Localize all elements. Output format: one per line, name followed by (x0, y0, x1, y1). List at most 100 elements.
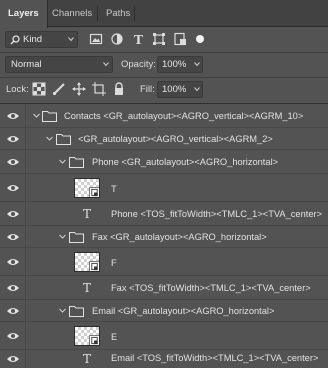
column-divider (25, 128, 26, 149)
layer-thumbnail (74, 252, 100, 272)
smart-object-badge-icon (89, 261, 99, 271)
type-layer-icon: T (83, 207, 91, 220)
tab-layers[interactable]: Layers (0, 0, 48, 28)
layer-name: Phone <GR_autolayout><AGRO_horizontal> (92, 157, 279, 167)
type-filter-icon[interactable]: T (131, 32, 145, 46)
chevron-down-icon[interactable] (46, 135, 53, 142)
lock-label: Lock: (6, 84, 29, 95)
layer-row-group[interactable]: <GR_autolayout><AGRO_vertical><AGRM_2> (0, 128, 328, 150)
column-divider (25, 174, 26, 201)
chevron-down-icon (194, 62, 200, 67)
layer-name: Contacts <GR_autolayout><AGRO_vertical><… (64, 111, 304, 121)
fill-field[interactable]: 100% (157, 81, 203, 98)
eye-icon[interactable] (6, 331, 20, 341)
opacity-field[interactable]: 100% (157, 56, 203, 73)
chevron-down-icon[interactable] (59, 307, 66, 314)
layer-name: T (111, 184, 117, 194)
tab-separator (134, 6, 135, 21)
column-divider (25, 226, 26, 247)
lock-image-icon[interactable] (52, 82, 66, 96)
chevron-down-icon[interactable] (33, 112, 40, 119)
filter-kind-label: Kind (23, 34, 43, 45)
column-divider (25, 322, 26, 349)
layer-row-smart-object[interactable]: F (0, 248, 328, 276)
divider (0, 52, 328, 53)
chevron-down-icon (194, 87, 200, 92)
fill-label: Fill: (140, 84, 155, 95)
opacity-label: Opacity: (121, 59, 156, 70)
smart-object-badge-icon (89, 187, 99, 197)
eye-icon[interactable] (6, 183, 20, 193)
smart-object-filter-icon[interactable] (173, 32, 187, 46)
divider (0, 77, 328, 78)
tab-channels[interactable]: Channels (44, 0, 100, 27)
adjustment-filter-icon[interactable] (110, 32, 124, 46)
folder-icon (69, 232, 84, 243)
lock-all-icon[interactable] (112, 82, 126, 96)
filter-kind-dropdown[interactable]: Kind (5, 31, 78, 48)
column-divider (25, 150, 26, 173)
chevron-down-icon (68, 37, 74, 42)
lock-artboard-icon[interactable] (92, 82, 106, 96)
layer-row-group[interactable]: Contacts <GR_autolayout><AGRO_vertical><… (0, 104, 328, 128)
filter-toggle-icon[interactable] (193, 32, 207, 46)
layer-row-text[interactable]: T Email <TOS_fitToWidth><TMLC_1><TVA_cen… (0, 350, 328, 368)
smart-object-badge-icon (89, 335, 99, 345)
layer-row-text[interactable]: T Phone <TOS_fitToWidth><TMLC_1><TVA_cen… (0, 202, 328, 226)
svg-text:T: T (83, 352, 91, 365)
layer-row-group[interactable]: Fax <GR_autolayout><AGRO_horizontal> (0, 226, 328, 248)
panel-tab-bar: Layers Channels Paths (0, 0, 328, 28)
eye-icon[interactable] (6, 157, 20, 167)
column-divider (25, 104, 26, 127)
column-divider (25, 202, 26, 225)
column-divider (25, 350, 26, 368)
lock-transparency-icon[interactable] (32, 82, 46, 96)
layer-row-group[interactable]: Email <GR_autolayout><AGRO_horizontal> (0, 300, 328, 322)
column-divider (25, 276, 26, 299)
chevron-down-icon[interactable] (59, 158, 66, 165)
layer-name: Phone <TOS_fitToWidth><TMLC_1><TVA_cente… (111, 209, 323, 219)
eye-icon[interactable] (6, 354, 20, 364)
layer-row-group[interactable]: Phone <GR_autolayout><AGRO_horizontal> (0, 150, 328, 174)
layers-list: Contacts <GR_autolayout><AGRO_vertical><… (0, 104, 328, 368)
layer-name: Fax <GR_autolayout><AGRO_horizontal> (92, 232, 267, 242)
layer-thumbnail (74, 326, 100, 346)
eye-icon[interactable] (6, 209, 20, 219)
layer-name: Email <GR_autolayout><AGRO_horizontal> (92, 306, 275, 316)
folder-icon (56, 134, 71, 145)
folder-icon (69, 306, 84, 317)
opacity-value: 100% (162, 59, 187, 70)
svg-text:T: T (83, 207, 91, 220)
chevron-down-icon[interactable] (59, 233, 66, 240)
type-layer-icon: T (83, 352, 91, 365)
chevron-down-icon (103, 62, 109, 67)
eye-icon[interactable] (6, 232, 20, 242)
layer-name: Fax <TOS_fitToWidth><TMLC_1><TVA_center> (111, 283, 311, 293)
image-filter-icon[interactable] (89, 32, 103, 46)
lock-position-icon[interactable] (72, 82, 86, 96)
folder-icon (42, 111, 57, 122)
layer-row-smart-object[interactable]: E (0, 322, 328, 350)
folder-icon (69, 157, 84, 168)
svg-text:T: T (134, 33, 143, 46)
layer-row-smart-object[interactable]: T (0, 174, 328, 202)
fill-value: 100% (162, 84, 187, 95)
eye-icon[interactable] (6, 306, 20, 316)
column-divider (25, 248, 26, 275)
tab-paths[interactable]: Paths (98, 0, 138, 27)
layer-name: Email <TOS_fitToWidth><TMLC_1><TVA_cente… (111, 353, 319, 363)
blend-mode-dropdown[interactable]: Normal (5, 56, 113, 73)
eye-icon[interactable] (6, 283, 20, 293)
svg-text:T: T (83, 281, 91, 294)
blend-mode-value: Normal (11, 59, 42, 70)
shape-filter-icon[interactable] (152, 32, 166, 46)
layer-name: F (111, 258, 117, 268)
eye-icon[interactable] (6, 134, 20, 144)
eye-icon[interactable] (6, 111, 20, 121)
type-layer-icon: T (83, 281, 91, 294)
layer-thumbnail (74, 178, 100, 198)
eye-icon[interactable] (6, 257, 20, 267)
layer-row-text[interactable]: T Fax <TOS_fitToWidth><TMLC_1><TVA_cente… (0, 276, 328, 300)
search-icon (10, 35, 20, 45)
column-divider (25, 300, 26, 321)
